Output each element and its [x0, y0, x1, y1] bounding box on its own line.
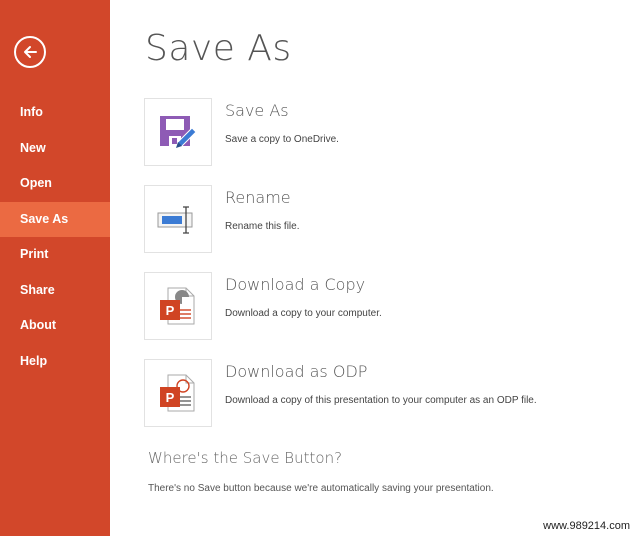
- svg-text:P: P: [166, 390, 175, 405]
- option-description: Download a copy of this presentation to …: [225, 395, 537, 406]
- download-odp-option[interactable]: P Download as ODP Download a copy of thi…: [144, 359, 604, 427]
- page-title: Save As: [145, 28, 292, 69]
- sidebar-item-about[interactable]: About: [0, 308, 110, 344]
- back-arrow-icon: [24, 46, 37, 58]
- backstage-sidebar: Info New Open Save As Print Share About …: [0, 0, 110, 536]
- sidebar-item-print[interactable]: Print: [0, 237, 110, 273]
- sidebar-item-save-as[interactable]: Save As: [0, 201, 110, 237]
- download-copy-icon-tile[interactable]: P: [144, 272, 212, 340]
- sidebar-item-share[interactable]: Share: [0, 273, 110, 309]
- main-panel: Save As Save As Save a copy to OneDrive.…: [110, 0, 638, 536]
- sidebar-item-info[interactable]: Info: [0, 95, 110, 131]
- save-as-icon-tile[interactable]: [144, 98, 212, 166]
- floppy-pencil-icon: [160, 116, 197, 149]
- help-text: There's no Save button because we're aut…: [148, 483, 494, 494]
- rename-textbox-icon: [157, 206, 193, 234]
- powerpoint-file-icon: P: [160, 287, 195, 325]
- save-as-option[interactable]: Save As Save a copy to OneDrive.: [144, 98, 604, 166]
- sidebar-item-help[interactable]: Help: [0, 344, 110, 380]
- sidebar-nav: Info New Open Save As Print Share About …: [0, 95, 110, 379]
- option-title: Download a Copy: [225, 275, 366, 294]
- rename-icon-tile[interactable]: [144, 185, 212, 253]
- option-description: Download a copy to your computer.: [225, 308, 382, 319]
- watermark: www.989214.com: [543, 520, 630, 532]
- rename-option[interactable]: Rename Rename this file.: [144, 185, 604, 253]
- download-odp-icon-tile[interactable]: P: [144, 359, 212, 427]
- option-title: Rename: [225, 188, 291, 207]
- powerpoint-odp-file-icon: P: [160, 374, 195, 412]
- sidebar-item-new[interactable]: New: [0, 131, 110, 167]
- svg-text:P: P: [166, 303, 175, 318]
- option-description: Save a copy to OneDrive.: [225, 134, 339, 145]
- back-button[interactable]: [14, 36, 46, 68]
- option-title: Save As: [225, 101, 289, 120]
- option-description: Rename this file.: [225, 221, 300, 232]
- sidebar-item-open[interactable]: Open: [0, 166, 110, 202]
- download-copy-option[interactable]: P Download a Copy Download a copy to you…: [144, 272, 604, 340]
- help-heading: Where's the Save Button?: [148, 449, 343, 467]
- option-title: Download as ODP: [225, 362, 368, 381]
